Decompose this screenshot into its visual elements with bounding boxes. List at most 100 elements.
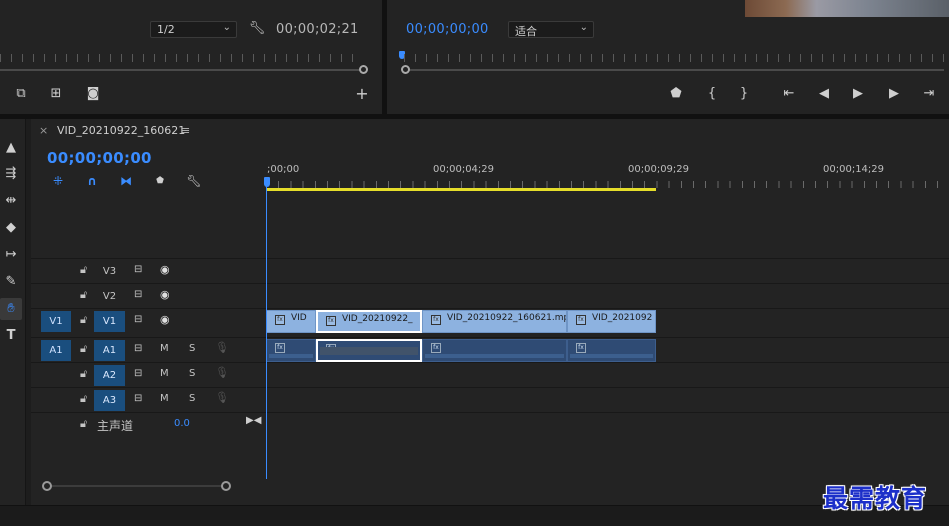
mute-button[interactable]: M xyxy=(160,343,169,354)
pen-icon[interactable]: ✎ xyxy=(0,271,22,293)
video-clip[interactable]: fx VID xyxy=(266,310,316,333)
source-zoom-handle[interactable] xyxy=(359,65,368,74)
go-to-out-icon[interactable]: ⇥ xyxy=(920,87,938,101)
eye-icon[interactable]: ◉ xyxy=(160,313,170,326)
timeline-playhead[interactable] xyxy=(264,177,270,187)
track-lane-a1[interactable]: fx fx fx fx xyxy=(266,337,949,362)
step-back-icon[interactable]: ◀︎ xyxy=(815,87,833,101)
sync-lock-icon[interactable]: ⊟ xyxy=(134,289,142,300)
timeline-timecode[interactable]: 00;00;00;00 xyxy=(47,149,152,167)
track-name[interactable]: A1 xyxy=(94,340,125,361)
mute-button[interactable]: M xyxy=(160,393,169,404)
track-header-v1: V1 🔓︎ V1 ⊟ ◉ xyxy=(31,308,266,332)
video-clip[interactable]: fx VID_2021092 xyxy=(567,310,656,333)
timeline-zoom-scrollbar[interactable] xyxy=(47,485,227,487)
resolution-select[interactable]: 1/2 ⌄ xyxy=(150,21,237,38)
lock-icon[interactable]: 🔓︎ xyxy=(80,392,87,406)
camera-icon[interactable]: ◙ xyxy=(84,87,102,101)
work-area-bar[interactable] xyxy=(267,188,656,191)
audio-clip-selected[interactable]: fx xyxy=(316,339,422,362)
hand-tool-icon[interactable]: ✋︎ xyxy=(0,298,22,320)
mark-out-icon[interactable]: } xyxy=(735,87,753,101)
close-icon[interactable]: × xyxy=(39,124,48,137)
mic-icon[interactable]: 🎙︎ xyxy=(215,391,229,404)
audio-clip[interactable]: fx xyxy=(422,339,567,362)
timeline-settings-wrench-icon[interactable]: 🔧︎ xyxy=(186,173,202,189)
eye-icon[interactable]: ◉ xyxy=(160,263,170,276)
sync-lock-icon[interactable]: ⊟ xyxy=(134,343,142,354)
track-lane-a2[interactable] xyxy=(266,362,949,386)
video-clip[interactable]: fx VID_20210922_160621.mp xyxy=(422,310,567,333)
track-lane-v1[interactable]: fx VID fx VID_20210922_ fx VID_20210922_… xyxy=(266,308,949,333)
nest-icon[interactable]: ⁜ xyxy=(50,173,66,189)
track-lane-a3[interactable] xyxy=(266,387,949,411)
panel-menu-icon[interactable]: ≡ xyxy=(181,124,190,137)
track-select-icon[interactable]: ⇶ xyxy=(0,163,22,185)
source-ruler[interactable] xyxy=(0,54,360,62)
sync-lock-icon[interactable]: ⊟ xyxy=(134,368,142,379)
source-timecode[interactable]: 00;00;02;21 xyxy=(276,22,359,37)
source-patch-v1[interactable]: V1 xyxy=(41,311,71,332)
mic-icon[interactable]: 🎙︎ xyxy=(215,366,229,379)
track-lane-master[interactable] xyxy=(266,412,949,436)
wrench-icon[interactable]: 🔧︎ xyxy=(248,22,266,36)
audio-clip[interactable]: fx xyxy=(567,339,656,362)
snap-magnet-icon[interactable]: ∩ xyxy=(84,173,100,189)
source-patch-a1[interactable]: A1 xyxy=(41,340,71,361)
type-tool-icon[interactable]: T xyxy=(0,325,22,347)
video-clip-selected[interactable]: fx VID_20210922_ xyxy=(316,310,422,333)
insert-icon[interactable]: ⧉ xyxy=(12,87,30,101)
solo-button[interactable]: S xyxy=(189,393,195,404)
lock-icon[interactable]: 🔓︎ xyxy=(80,342,87,356)
marker-icon[interactable]: ⬟ xyxy=(667,87,685,101)
sync-lock-icon[interactable]: ⊟ xyxy=(134,264,142,275)
track-lane-v3[interactable] xyxy=(266,258,949,282)
play-icon[interactable]: ▶︎ xyxy=(849,87,867,101)
step-forward-icon[interactable]: ▶︎ xyxy=(885,87,903,101)
add-button-icon[interactable]: + xyxy=(353,86,371,102)
fit-select[interactable]: 适合 ⌄ xyxy=(508,21,594,38)
audio-clip[interactable]: fx xyxy=(266,339,316,362)
program-ruler[interactable] xyxy=(404,54,944,62)
lock-icon[interactable]: 🔓︎ xyxy=(80,313,87,327)
go-to-end-icon[interactable]: ▶◀ xyxy=(246,415,261,426)
overwrite-icon[interactable]: ⊞ xyxy=(47,87,65,101)
program-zoom-handle[interactable] xyxy=(401,65,410,74)
mute-button[interactable]: M xyxy=(160,368,169,379)
solo-button[interactable]: S xyxy=(189,343,195,354)
add-marker-icon[interactable]: ⬟ xyxy=(152,173,168,189)
eye-icon[interactable]: ◉ xyxy=(160,288,170,301)
track-header-a3: 🔓︎ A3 ⊟ M S 🎙︎ xyxy=(31,387,266,411)
lock-icon[interactable]: 🔓︎ xyxy=(80,417,87,431)
timeline-playhead-line[interactable] xyxy=(266,177,267,479)
solo-button[interactable]: S xyxy=(189,368,195,379)
sync-lock-icon[interactable]: ⊟ xyxy=(134,393,142,404)
track-lane-v2[interactable] xyxy=(266,283,949,307)
program-timecode[interactable]: 00;00;00;00 xyxy=(406,22,489,37)
master-volume-value[interactable]: 0.0 xyxy=(174,418,190,429)
timeline-zoom-handle-right[interactable] xyxy=(221,481,231,491)
slip-icon[interactable]: ↦ xyxy=(0,244,22,266)
track-name[interactable]: A3 xyxy=(94,390,125,411)
go-to-in-icon[interactable]: ⇤ xyxy=(780,87,798,101)
program-zoom-scrollbar[interactable] xyxy=(404,69,944,71)
lock-icon[interactable]: 🔓︎ xyxy=(80,263,87,277)
time-ruler[interactable]: ;00;00 00;00;04;29 00;00;09;29 00;00;14;… xyxy=(266,159,949,191)
track-name[interactable]: V3 xyxy=(94,261,125,282)
track-name[interactable]: V1 xyxy=(94,311,125,332)
lock-icon[interactable]: 🔓︎ xyxy=(80,288,87,302)
lock-icon[interactable]: 🔓︎ xyxy=(80,367,87,381)
track-header-a2: 🔓︎ A2 ⊟ M S 🎙︎ xyxy=(31,362,266,386)
linked-selection-icon[interactable]: ⧓ xyxy=(118,173,134,189)
track-name[interactable]: V2 xyxy=(94,286,125,307)
track-name[interactable]: A2 xyxy=(94,365,125,386)
mic-icon[interactable]: 🎙︎ xyxy=(215,341,229,354)
source-zoom-scrollbar[interactable] xyxy=(0,69,360,71)
timeline-zoom-handle-left[interactable] xyxy=(42,481,52,491)
program-monitor: 00;00;00;00 适合 ⌄ ⬟ { } ⇤ ◀︎ ▶︎ ▶︎ ⇥ xyxy=(387,0,949,114)
mark-in-icon[interactable]: { xyxy=(703,87,721,101)
razor-icon[interactable]: ◆ xyxy=(0,217,22,239)
selection-tool-icon[interactable]: ▲ xyxy=(0,137,22,159)
sync-lock-icon[interactable]: ⊟ xyxy=(134,314,142,325)
ripple-edit-icon[interactable]: ⇹ xyxy=(0,190,22,212)
